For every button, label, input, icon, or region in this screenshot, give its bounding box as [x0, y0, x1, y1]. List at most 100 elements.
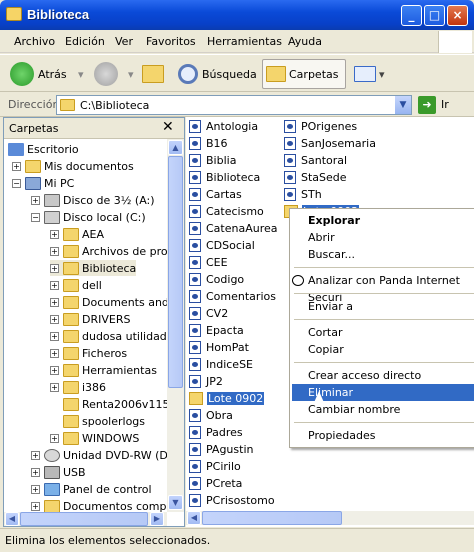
list-item[interactable]: CatenaAurea	[189, 220, 279, 236]
expand-icon[interactable]: +	[31, 467, 40, 477]
expand-icon[interactable]: +	[50, 246, 59, 256]
list-item[interactable]: CDSocial	[189, 237, 256, 253]
menu-item-abrir[interactable]: Abrir	[292, 229, 474, 246]
tree-item-biblioteca[interactable]: + Biblioteca	[50, 260, 137, 276]
expand-icon[interactable]: +	[50, 331, 59, 341]
expand-icon[interactable]: +	[31, 450, 40, 460]
expand-icon[interactable]: +	[31, 195, 40, 205]
menu-item-copiar[interactable]: Copiar	[292, 341, 474, 358]
list-item[interactable]: Cartas	[189, 186, 243, 202]
scroll-thumb[interactable]	[20, 512, 148, 526]
tree-item-spoolerlogs[interactable]: spoolerlogs	[63, 413, 145, 429]
menu-herramientas[interactable]: Herramientas	[207, 35, 282, 48]
menu-item-propiedades[interactable]: Propiedades	[292, 427, 474, 444]
go-arrow-icon[interactable]: ➜	[418, 96, 436, 114]
tree-item-panel-de-control[interactable]: + Panel de control	[31, 481, 152, 497]
list-item[interactable]: Santoral	[284, 152, 348, 168]
menu-item-crear-acceso-directo[interactable]: Crear acceso directo	[292, 367, 474, 384]
list-item[interactable]: Catecismo	[189, 203, 265, 219]
scroll-left-icon[interactable]: ◀	[5, 512, 19, 526]
list-item[interactable]: Biblia	[189, 152, 237, 168]
tree-item-documentos-compartidos[interactable]: + Documentos compart	[31, 498, 167, 512]
expand-icon[interactable]: +	[50, 263, 59, 273]
tree-item-ficheros[interactable]: + Ficheros	[50, 345, 127, 361]
list-item[interactable]: STh	[284, 186, 323, 202]
expand-icon[interactable]: +	[50, 348, 59, 358]
expand-icon[interactable]: +	[50, 297, 59, 307]
tree-vertical-scrollbar[interactable]: ▲ ▼	[167, 139, 184, 512]
tree-item-dudosa-utilidad[interactable]: + dudosa utilidad	[50, 328, 167, 344]
list-item[interactable]: Codigo	[189, 271, 245, 287]
go-button[interactable]: Ir	[441, 98, 449, 111]
menu-edicion[interactable]: Edición	[65, 35, 105, 48]
scroll-right-icon[interactable]: ▶	[150, 512, 164, 526]
menu-archivo[interactable]: Archivo	[14, 35, 55, 48]
expand-icon[interactable]: +	[31, 501, 40, 511]
up-folder-button[interactable]	[142, 59, 167, 89]
tree-item-dvd[interactable]: + Unidad DVD-RW (D:)	[31, 447, 167, 463]
minimize-button[interactable]: _	[401, 5, 422, 26]
scroll-thumb[interactable]	[168, 156, 183, 388]
list-item[interactable]: POrigenes	[284, 118, 358, 134]
views-button[interactable]: ▾	[354, 59, 385, 89]
list-item[interactable]: PAgustin	[189, 441, 254, 457]
scroll-down-icon[interactable]: ▼	[168, 495, 183, 510]
list-item[interactable]: Antologia	[189, 118, 259, 134]
folders-button[interactable]: Carpetas	[262, 59, 346, 89]
tree-item-disco-c[interactable]: − Disco local (C:)	[31, 209, 146, 225]
tree-item-mi-pc[interactable]: − Mi PC	[12, 175, 74, 191]
tree-item-mis-documentos[interactable]: + Mis documentos	[12, 158, 134, 174]
tree-item-herramientas[interactable]: + Herramientas	[50, 362, 157, 378]
tree-item-disco-a[interactable]: + Disco de 3½ (A:)	[31, 192, 155, 208]
scroll-thumb[interactable]	[202, 511, 342, 525]
expand-icon[interactable]: +	[50, 314, 59, 324]
list-item[interactable]: Obra	[189, 407, 234, 423]
menu-favoritos[interactable]: Favoritos	[146, 35, 196, 48]
expand-icon[interactable]: +	[50, 365, 59, 375]
menu-item-enviar-a[interactable]: Enviar a	[292, 298, 474, 315]
tree-item-archivos-de-programa[interactable]: + Archivos de prog	[50, 243, 167, 259]
menu-ayuda[interactable]: Ayuda	[288, 35, 322, 48]
tree-item-documents-and-settings[interactable]: + Documents and S	[50, 294, 167, 310]
search-button[interactable]: Búsqueda	[178, 59, 257, 89]
tree-item-i386[interactable]: + i386	[50, 379, 106, 395]
forward-button[interactable]	[94, 59, 122, 89]
back-button[interactable]: Atrás	[10, 59, 67, 89]
list-item[interactable]: Epacta	[189, 322, 245, 338]
menu-item-cortar[interactable]: Cortar	[292, 324, 474, 341]
tree-item-escritorio[interactable]: Escritorio	[8, 141, 79, 157]
list-item[interactable]: B16	[189, 135, 229, 151]
forward-dropdown-icon[interactable]: ▾	[128, 59, 134, 89]
list-item[interactable]: StaSede	[284, 169, 348, 185]
list-item[interactable]: IndiceSE	[189, 356, 254, 372]
expand-icon[interactable]: +	[50, 433, 59, 443]
list-item[interactable]: JP2	[189, 373, 224, 389]
list-item-selected[interactable]: Lote 0902	[189, 390, 265, 406]
list-item[interactable]: PCrisostomo	[189, 492, 276, 508]
tree-item-drivers[interactable]: + DRIVERS	[50, 311, 130, 327]
tree-item-windows[interactable]: + WINDOWS	[50, 430, 139, 446]
menu-item-explorar[interactable]: Explorar	[292, 212, 474, 229]
list-item[interactable]: PCreta	[189, 475, 243, 491]
list-item[interactable]: CV2	[189, 305, 229, 321]
collapse-icon[interactable]: −	[12, 178, 21, 188]
list-item[interactable]: SanJosemaria	[284, 135, 377, 151]
title-bar[interactable]: Biblioteca _ □ ×	[0, 0, 474, 30]
tree-item-renta[interactable]: Renta2006v115	[63, 396, 167, 412]
expand-icon[interactable]: +	[50, 280, 59, 290]
close-button[interactable]: ×	[447, 5, 468, 26]
expand-icon[interactable]: +	[31, 484, 40, 494]
tree-item-dell[interactable]: + dell	[50, 277, 102, 293]
scroll-up-icon[interactable]: ▲	[168, 140, 183, 155]
tree-horizontal-scrollbar[interactable]: ◀ ▶	[4, 512, 167, 526]
maximize-button[interactable]: □	[424, 5, 445, 26]
list-item[interactable]: CEE	[189, 254, 229, 270]
address-input[interactable]: C:\Biblioteca ▼	[56, 95, 412, 115]
expand-icon[interactable]: +	[12, 161, 21, 171]
collapse-icon[interactable]: −	[31, 212, 40, 222]
list-item[interactable]: Biblioteca	[189, 169, 261, 185]
address-dropdown-button[interactable]: ▼	[395, 96, 411, 114]
menu-item-analizar-panda[interactable]: Analizar con Panda Internet Securi	[292, 272, 474, 304]
expand-icon[interactable]: +	[50, 382, 59, 392]
tree-item-usb[interactable]: + USB	[31, 464, 86, 480]
